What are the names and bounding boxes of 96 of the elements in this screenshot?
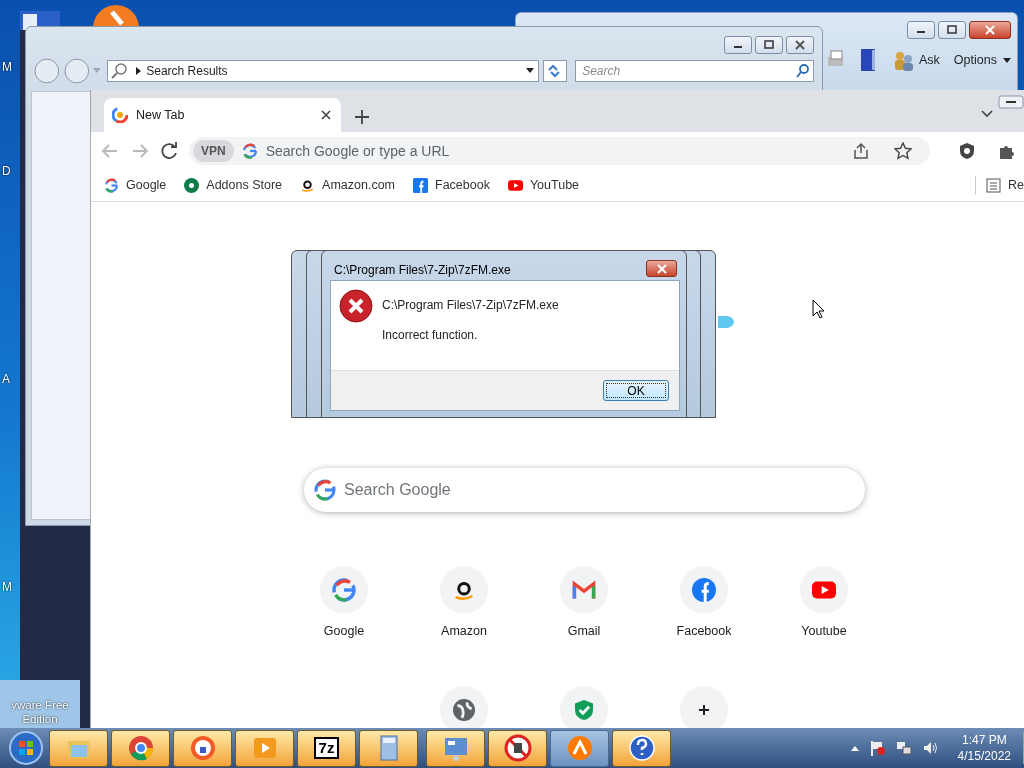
clock[interactable]: 1:47 PM 4/15/2022: [947, 732, 1024, 764]
shortcut-tile[interactable]: [800, 566, 848, 614]
shortcut-label[interactable]: Facebook: [676, 622, 732, 641]
maximize-button[interactable]: [755, 36, 783, 54]
bookmark-link[interactable]: YouTube: [507, 176, 580, 195]
logo-fragment-drawing: [718, 316, 734, 328]
network-icon[interactable]: [895, 740, 912, 756]
blocked-icon: [503, 734, 532, 762]
minimize-button[interactable]: [998, 94, 1024, 109]
google-icon: [104, 178, 119, 193]
shield-check-icon: [573, 699, 595, 721]
close-button[interactable]: [786, 36, 814, 54]
amazon-icon: [300, 178, 316, 193]
start-button[interactable]: [6, 729, 46, 767]
taskbar-button[interactable]: [359, 729, 418, 767]
close-icon: [655, 263, 668, 274]
taskbar-button[interactable]: [612, 729, 671, 767]
shortcut-tile[interactable]: [560, 686, 608, 728]
shortcut-label[interactable]: Youtube: [801, 622, 847, 641]
speaker-icon[interactable]: [921, 740, 938, 756]
search-field[interactable]: Search Google: [304, 468, 865, 512]
flag-icon[interactable]: [869, 740, 886, 756]
error-icon: [339, 289, 373, 323]
google-icon: [241, 143, 258, 159]
address-bar[interactable]: Search Results: [107, 60, 540, 82]
close-button[interactable]: [969, 21, 1011, 39]
shortcut-tile[interactable]: [680, 566, 728, 614]
facebook-icon: [413, 178, 428, 193]
taskbar-button[interactable]: [49, 729, 108, 767]
globe-icon: [453, 699, 475, 721]
shortcut-label[interactable]: Gmail: [567, 622, 601, 641]
new-tab-icon[interactable]: [353, 108, 371, 126]
desktop-icon-label[interactable]: M: [2, 58, 12, 76]
maximize-icon: [946, 25, 958, 35]
tray-expand-icon[interactable]: [849, 744, 860, 752]
desktop-icon-label[interactable]: A: [2, 370, 10, 388]
bookmark-link[interactable]: Addons Store: [184, 176, 283, 195]
caret-icon: [1002, 57, 1011, 63]
book-icon[interactable]: [858, 47, 878, 73]
browser-tab[interactable]: New Tab: [104, 98, 341, 132]
dialog-heading: C:\Program Files\7-Zip\7zFM.exe: [382, 297, 559, 314]
google-icon: [314, 479, 336, 501]
chevron-down-icon[interactable]: [980, 108, 994, 119]
shortcut-label[interactable]: Amazon: [441, 622, 487, 641]
facebook-icon: [692, 578, 716, 602]
close-button[interactable]: [646, 260, 677, 277]
refresh-button[interactable]: [543, 60, 568, 82]
address-text: Search Results: [146, 63, 229, 80]
taskbar-button[interactable]: [488, 729, 547, 767]
ok-button[interactable]: OK: [603, 380, 669, 401]
mouse-cursor-icon: [812, 299, 824, 319]
dialog-title: C:\Program Files\7-Zip\7zFM.exe: [334, 262, 511, 279]
search-placeholder: Search: [581, 63, 622, 80]
bookmark-link[interactable]: Facebook: [413, 176, 490, 195]
shortcut-tile[interactable]: [440, 566, 488, 614]
browser-logo-icon: [112, 107, 128, 123]
app-icon: [565, 734, 594, 762]
reading-list-button[interactable]: Re: [975, 176, 1024, 195]
shield-extension-icon[interactable]: [958, 142, 976, 160]
taskbar-button[interactable]: [173, 729, 232, 767]
shortcut-tile[interactable]: [320, 566, 368, 614]
share-icon[interactable]: [852, 142, 870, 160]
chrome-icon: [126, 734, 155, 762]
close-icon: [794, 40, 806, 50]
options-button[interactable]: Options: [953, 50, 1011, 70]
bookmark-link[interactable]: Amazon.com: [300, 176, 395, 195]
minimize-button[interactable]: [907, 21, 935, 39]
taskbar-button[interactable]: [426, 729, 485, 767]
list-icon: [986, 178, 1001, 193]
ask-button[interactable]: Ask: [892, 48, 940, 72]
minimize-button[interactable]: [724, 36, 752, 54]
taskbar-button[interactable]: 7z: [297, 729, 356, 767]
taskbar-button[interactable]: [550, 729, 609, 767]
shortcut-tile[interactable]: [440, 686, 488, 728]
google-icon: [332, 578, 356, 602]
close-icon: [984, 25, 996, 35]
shortcut-tile[interactable]: [560, 566, 608, 614]
maximize-button[interactable]: [938, 21, 966, 39]
shortcut-label[interactable]: Google: [323, 622, 365, 641]
vpn-badge[interactable]: VPN: [193, 140, 234, 162]
maximize-icon: [763, 40, 775, 50]
search-placeholder: Search Google: [344, 480, 451, 500]
youtube-icon: [507, 178, 523, 193]
plus-icon: [697, 703, 711, 717]
dialog-message: Incorrect function.: [382, 327, 478, 344]
taskbar-button[interactable]: [111, 729, 170, 767]
search-field[interactable]: Search: [575, 60, 814, 82]
shortcut-tile[interactable]: [680, 686, 728, 728]
star-icon[interactable]: [894, 142, 912, 160]
address-bar[interactable]: VPN Search Google or type a URL: [189, 137, 930, 165]
close-icon[interactable]: [319, 108, 333, 122]
help-icon: [627, 734, 656, 762]
desktop-icon-label[interactable]: D: [2, 162, 11, 180]
bookmark-link[interactable]: Google: [104, 176, 167, 195]
taskbar-button[interactable]: [235, 729, 294, 767]
address-placeholder: Search Google or type a URL: [265, 141, 451, 161]
